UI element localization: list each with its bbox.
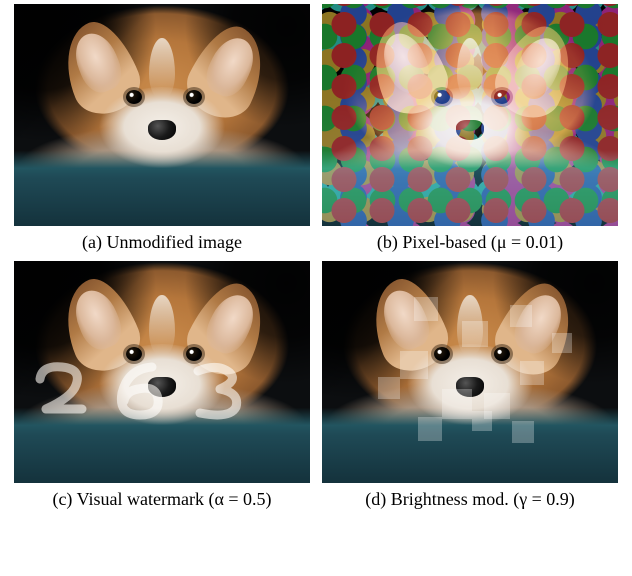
caption-d: (d) Brightness mod. (γ = 0.9)	[365, 489, 575, 510]
image-unmodified	[14, 4, 310, 226]
dog-nose	[456, 120, 484, 140]
dog-eye-right	[494, 90, 510, 104]
digit-2-icon	[32, 359, 88, 423]
image-visual-watermark	[14, 261, 310, 483]
caption-a: (a) Unmodified image	[82, 232, 242, 253]
dog-nose	[148, 120, 176, 140]
watermark-digits	[32, 359, 244, 423]
caption-c: (c) Visual watermark (α = 0.5)	[52, 489, 271, 510]
dog-eye-left	[434, 90, 450, 104]
dog-eye-right	[186, 90, 202, 104]
dog-eye-left	[126, 90, 142, 104]
panel-a: (a) Unmodified image	[8, 4, 316, 253]
panel-b: (b) Pixel-based (μ = 0.01)	[316, 4, 624, 253]
dog-eye-right	[494, 347, 510, 361]
dog-eye-left	[434, 347, 450, 361]
image-brightness-mod	[322, 261, 618, 483]
dog-nose	[456, 377, 484, 397]
panel-d: (d) Brightness mod. (γ = 0.9)	[316, 261, 624, 510]
panel-c: (c) Visual watermark (α = 0.5)	[8, 261, 316, 510]
digit-3-icon	[188, 359, 244, 423]
digit-6-icon	[110, 359, 166, 423]
image-pixel-based	[322, 4, 618, 226]
caption-b: (b) Pixel-based (μ = 0.01)	[377, 232, 563, 253]
figure-grid: (a) Unmodified image (b) Pixel-based (μ …	[0, 0, 632, 518]
